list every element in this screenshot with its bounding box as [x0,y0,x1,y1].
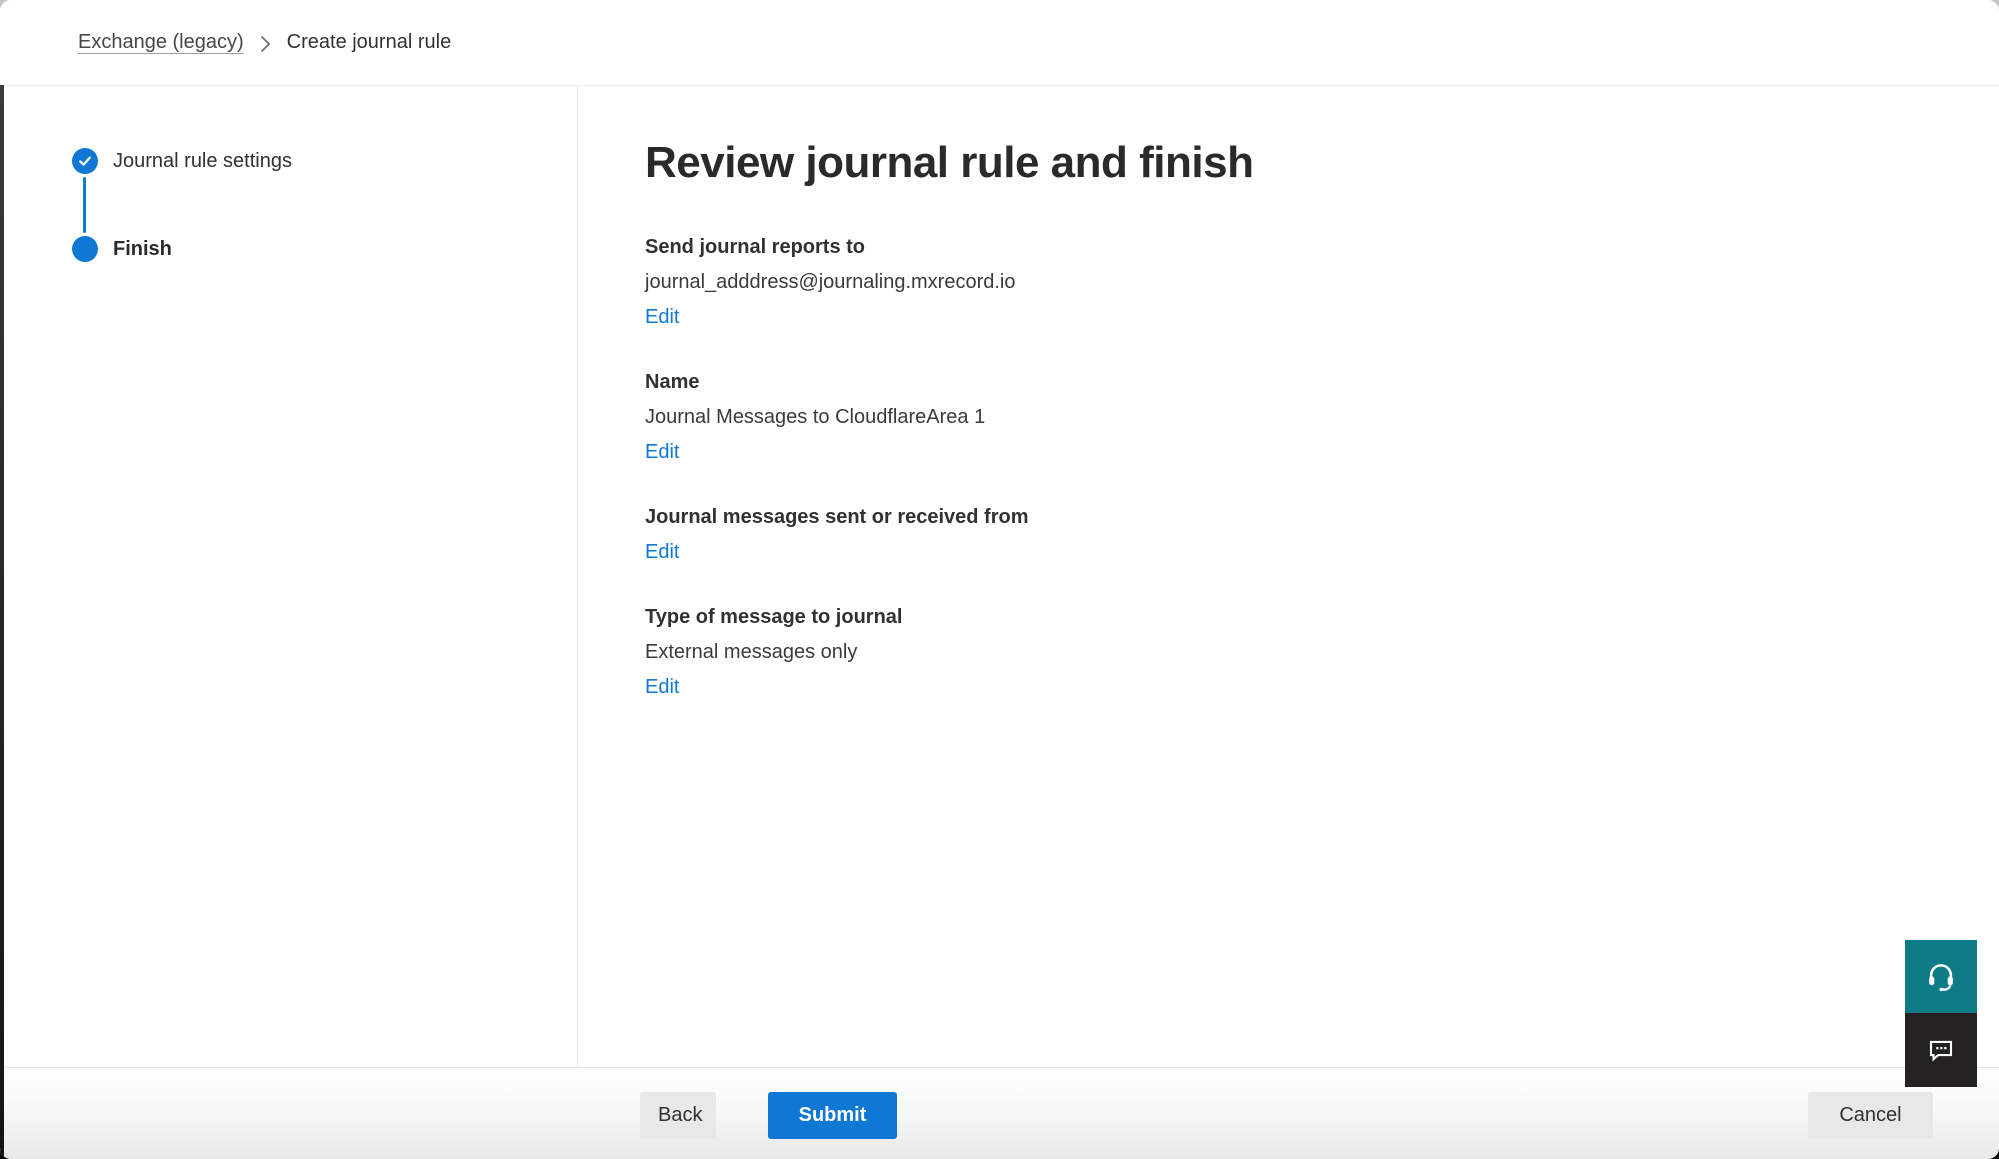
review-pane: Review journal rule and finish Send jour… [578,86,1999,1068]
chevron-right-icon [260,35,271,53]
step-completed-check-icon [72,148,98,174]
wizard-body: Journal rule settings Finish Review jour… [0,86,1999,1068]
review-section-message-type: Type of message to journal External mess… [645,600,1959,705]
edit-message-type-link[interactable]: Edit [645,670,679,705]
wizard-step-finish[interactable]: Finish [72,236,577,262]
edit-send-reports-link[interactable]: Edit [645,300,679,335]
step-label-finish: Finish [113,238,172,261]
help-button[interactable] [1905,940,1977,1013]
review-section-send-reports: Send journal reports to journal_adddress… [645,230,1959,335]
feedback-button[interactable] [1905,1013,1977,1087]
edit-journal-scope-link[interactable]: Edit [645,535,679,570]
back-button[interactable]: Back [640,1092,716,1139]
breadcrumb-current-page: Create journal rule [287,31,452,54]
wizard-step-journal-rule-settings[interactable]: Journal rule settings [72,148,577,174]
page-title: Review journal rule and finish [645,134,1959,192]
section-value: journal_adddress@journaling.mxrecord.io [645,265,1959,300]
wizard-steps-panel: Journal rule settings Finish [0,86,578,1068]
floating-button-stack [1905,940,1977,1087]
step-current-dot-icon [72,236,98,262]
create-journal-rule-window: Exchange (legacy) Create journal rule Jo… [0,0,1999,1159]
submit-button[interactable]: Submit [768,1092,897,1139]
review-section-journal-scope: Journal messages sent or received from E… [645,500,1959,570]
section-value: External messages only [645,635,1959,670]
breadcrumb-bar: Exchange (legacy) Create journal rule [0,0,1999,86]
section-label: Journal messages sent or received from [645,500,1959,535]
step-connector-line [83,177,86,233]
feedback-icon [1926,1035,1956,1065]
section-value: Journal Messages to CloudflareArea 1 [645,400,1959,435]
step-label-journal-rule-settings: Journal rule settings [113,150,292,173]
edit-name-link[interactable]: Edit [645,435,679,470]
headset-icon [1925,961,1957,993]
section-label: Type of message to journal [645,600,1959,635]
breadcrumb-exchange-legacy[interactable]: Exchange (legacy) [78,31,244,54]
wizard-footer: Back Submit Cancel [0,1067,1999,1159]
review-section-name: Name Journal Messages to CloudflareArea … [645,365,1959,470]
section-label: Send journal reports to [645,230,1959,265]
breadcrumb: Exchange (legacy) Create journal rule [78,31,451,54]
left-edge-strip [0,85,4,1159]
cancel-button[interactable]: Cancel [1808,1092,1933,1139]
section-label: Name [645,365,1959,400]
